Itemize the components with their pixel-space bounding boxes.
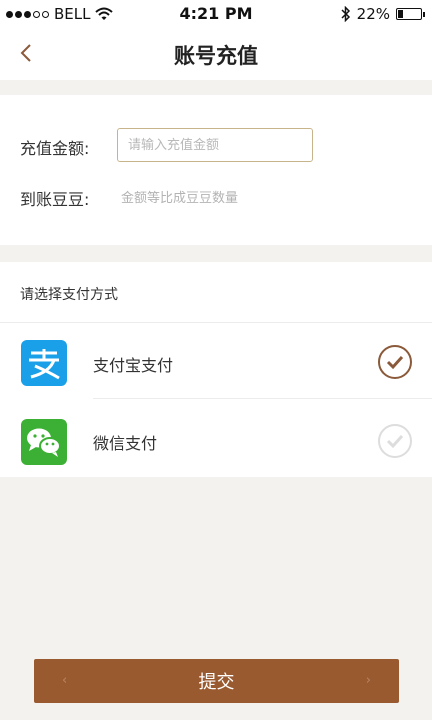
chevron-right-icon: › xyxy=(365,673,371,688)
amount-label: 充值金额: xyxy=(20,139,90,158)
status-right: 22% xyxy=(341,5,425,23)
submit-label: 提交 xyxy=(198,672,235,693)
alipay-check-icon[interactable] xyxy=(378,345,412,379)
wechat-check-icon[interactable] xyxy=(378,424,412,458)
alipay-icon xyxy=(21,340,67,386)
chevron-left-icon: ‹ xyxy=(62,673,68,688)
alipay-label: 支付宝支付 xyxy=(93,356,174,375)
beans-label: 到账豆豆: xyxy=(20,190,90,209)
battery-icon xyxy=(396,8,425,20)
divider xyxy=(0,322,432,323)
payment-option-wechat[interactable]: 微信支付 xyxy=(0,402,432,480)
status-bar: BELL 4:21 PM 22% xyxy=(0,0,432,28)
beans-value-hint: 金额等比成豆豆数量 xyxy=(121,191,239,206)
battery-percent: 22% xyxy=(356,5,390,23)
recharge-card: 充值金额: 到账豆豆: 金额等比成豆豆数量 xyxy=(0,95,432,245)
navigation-bar: 账号充值 xyxy=(0,28,432,80)
divider xyxy=(93,398,432,399)
amount-input[interactable] xyxy=(117,128,313,162)
wechat-icon xyxy=(21,419,67,465)
payment-option-alipay[interactable]: 支付宝支付 xyxy=(0,324,432,402)
wechat-label: 微信支付 xyxy=(93,434,158,453)
payment-header: 请选择支付方式 xyxy=(20,287,118,303)
page-title: 账号充值 xyxy=(174,44,258,68)
payment-section: 请选择支付方式 支付宝支付 微信支付 xyxy=(0,262,432,477)
submit-button[interactable]: ‹ 提交 › xyxy=(34,659,399,703)
battery-fill xyxy=(398,10,403,18)
bluetooth-icon xyxy=(341,6,350,22)
